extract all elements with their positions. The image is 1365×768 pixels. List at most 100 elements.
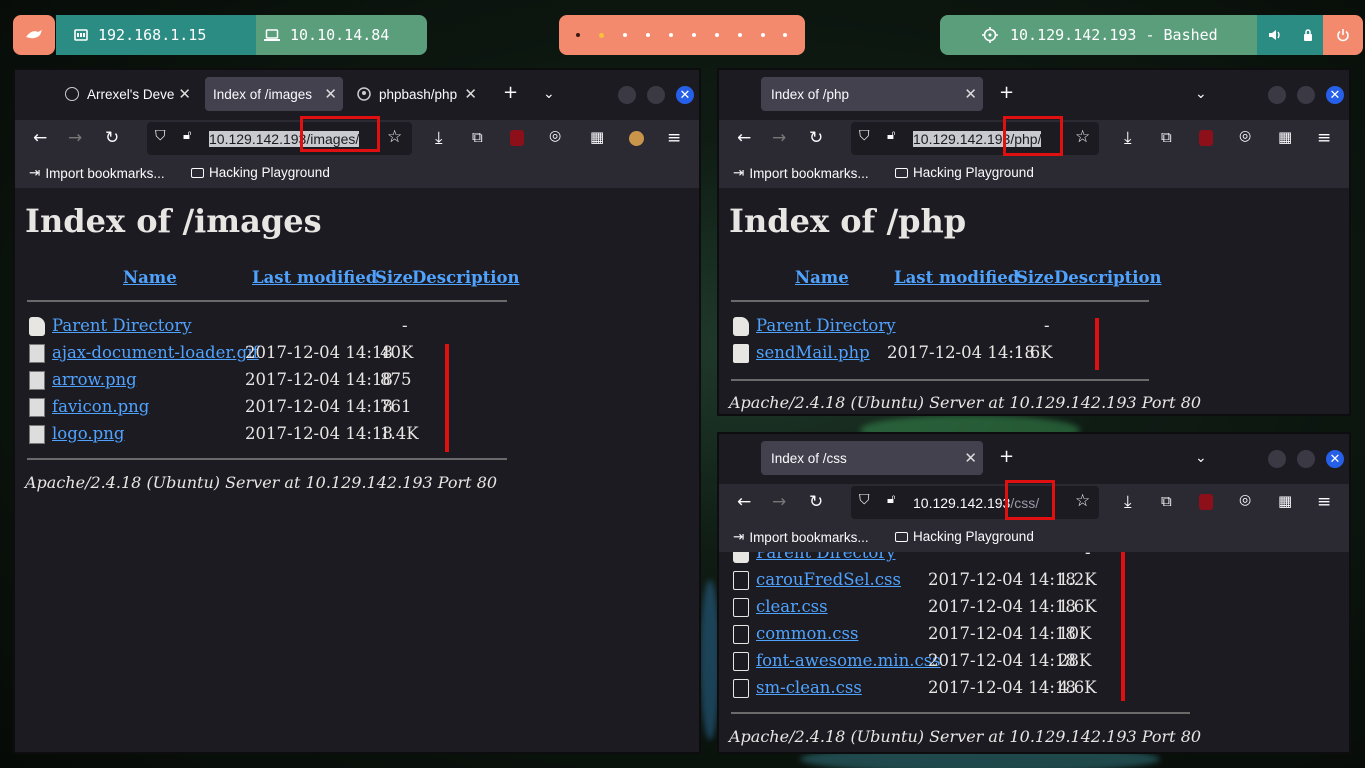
ublock-icon[interactable] [1199, 494, 1213, 510]
col-desc-link[interactable]: Description [1054, 268, 1162, 287]
maximize-button[interactable] [1297, 450, 1315, 468]
tab-css[interactable]: Index of /css ✕ [761, 441, 983, 475]
bookmark-star-icon[interactable]: ☆ [387, 127, 402, 147]
url-bar[interactable]: ⛉ 🔓︎ 10.129.142.193/css/ ☆ [851, 486, 1099, 519]
file-link[interactable]: favicon.png [52, 397, 149, 416]
close-tab-icon[interactable]: ✕ [964, 85, 977, 103]
import-bookmarks[interactable]: ⇥ Import bookmarks... [733, 165, 869, 181]
tab-php[interactable]: Index of /php ✕ [761, 77, 983, 111]
volume-icon[interactable] [1268, 29, 1282, 41]
lock-warning-icon[interactable]: 🔓︎ [887, 492, 895, 507]
close-window-button[interactable]: ✕ [676, 86, 694, 104]
extensions-icon[interactable]: ⧉ [1161, 128, 1172, 146]
file-link[interactable]: arrow.png [52, 370, 137, 389]
close-tab-icon[interactable]: ✕ [464, 85, 477, 103]
import-bookmarks[interactable]: ⇥ Import bookmarks... [29, 165, 165, 181]
lock-warning-icon[interactable]: 🔓︎ [887, 128, 895, 143]
download-icon[interactable]: ⤓ [1124, 128, 1132, 148]
close-window-button[interactable]: ✕ [1326, 86, 1344, 104]
workspace-dot-2[interactable] [599, 32, 605, 38]
workspace-dot-5[interactable] [669, 33, 673, 37]
minimize-button[interactable] [1268, 86, 1286, 104]
parent-directory-link[interactable]: Parent Directory [756, 552, 896, 562]
workspace-dot-3[interactable] [623, 33, 628, 37]
chevron-down-icon[interactable]: ⌄ [543, 86, 555, 102]
bookmark-star-icon[interactable]: ☆ [1075, 491, 1090, 511]
file-link[interactable]: logo.png [52, 424, 124, 443]
col-name-link[interactable]: Name [123, 268, 177, 287]
forward-icon[interactable]: → [772, 492, 786, 512]
chevron-down-icon[interactable]: ⌄ [1195, 450, 1207, 466]
shield-icon[interactable]: ⛉ [859, 492, 870, 508]
workspace-dot-1[interactable] [576, 33, 581, 37]
bookmark-star-icon[interactable]: ☆ [1075, 127, 1090, 147]
reload-icon[interactable]: ↻ [105, 128, 119, 148]
back-icon[interactable]: ← [737, 492, 751, 512]
new-tab-button[interactable]: + [999, 446, 1014, 467]
minimize-button[interactable] [618, 86, 636, 104]
bookmark-folder[interactable]: Hacking Playground [895, 165, 1034, 180]
system-tray[interactable] [1257, 15, 1323, 55]
col-size-link[interactable]: Size [1016, 268, 1054, 287]
close-tab-icon[interactable]: ✕ [178, 85, 191, 103]
col-desc-link[interactable]: Description [412, 268, 520, 287]
bookmark-folder[interactable]: Hacking Playground [191, 165, 330, 180]
menu-icon[interactable]: ≡ [1317, 492, 1331, 512]
ublock-icon[interactable] [510, 130, 524, 146]
col-size-link[interactable]: Size [375, 268, 413, 287]
back-icon[interactable]: ← [737, 128, 751, 148]
reload-icon[interactable]: ↻ [809, 492, 823, 512]
shield-icon[interactable]: ⛉ [859, 128, 870, 144]
file-link[interactable]: font-awesome.min.css [756, 651, 941, 670]
extensions-icon[interactable]: ⧉ [1161, 492, 1172, 510]
workspace-dot-9[interactable] [760, 33, 765, 37]
mask-icon[interactable]: ◎ [1239, 128, 1251, 144]
maximize-button[interactable] [1297, 86, 1315, 104]
close-window-button[interactable]: ✕ [1326, 450, 1344, 468]
chevron-down-icon[interactable]: ⌄ [1195, 86, 1207, 102]
close-tab-icon[interactable]: ✕ [964, 449, 977, 467]
mask-icon[interactable]: ◎ [1239, 492, 1251, 508]
new-tab-button[interactable]: + [999, 82, 1014, 103]
file-link[interactable]: ajax-document-loader.gif [52, 343, 259, 362]
file-link[interactable]: sendMail.php [756, 343, 870, 362]
ublock-icon[interactable] [1199, 130, 1213, 146]
forward-icon[interactable]: → [772, 128, 786, 148]
workspace-dot-10[interactable] [783, 33, 788, 37]
qr-icon[interactable]: ▦ [1278, 492, 1292, 510]
file-link[interactable]: carouFredSel.css [756, 570, 901, 589]
cookie-icon[interactable] [629, 131, 644, 146]
tab-images[interactable]: Index of /images ✕ [205, 77, 343, 111]
back-icon[interactable]: ← [33, 128, 47, 148]
menu-icon[interactable]: ≡ [667, 128, 681, 148]
extensions-icon[interactable]: ⧉ [472, 128, 483, 146]
maximize-button[interactable] [647, 86, 665, 104]
reload-icon[interactable]: ↻ [809, 128, 823, 148]
shield-icon[interactable]: ⛉ [155, 128, 166, 144]
menu-icon[interactable]: ≡ [1317, 128, 1331, 148]
parent-directory-link[interactable]: Parent Directory [756, 316, 896, 335]
col-modified-link[interactable]: Last modified [252, 268, 377, 287]
qr-icon[interactable]: ▦ [590, 128, 604, 146]
file-link[interactable]: common.css [756, 624, 858, 643]
workspace-dot-8[interactable] [737, 33, 742, 37]
file-link[interactable]: clear.css [756, 597, 828, 616]
workspace-dot-4[interactable] [646, 33, 651, 37]
workspace-dot-6[interactable] [691, 33, 696, 37]
power-button[interactable] [1323, 15, 1363, 55]
close-tab-icon[interactable]: ✕ [324, 85, 337, 103]
tab-phpbash[interactable]: phpbash/php ✕ [357, 77, 483, 111]
import-bookmarks[interactable]: ⇥ Import bookmarks... [733, 529, 869, 545]
tab-arrexel[interactable]: Arrexel's Deve ✕ [65, 77, 197, 111]
download-icon[interactable]: ⤓ [435, 128, 443, 148]
lock-warning-icon[interactable]: 🔓︎ [183, 128, 191, 143]
workspace-switcher[interactable] [559, 15, 805, 55]
lock-icon[interactable] [1303, 28, 1313, 42]
qr-icon[interactable]: ▦ [1278, 128, 1292, 146]
col-modified-link[interactable]: Last modified [894, 268, 1019, 287]
workspace-dot-7[interactable] [714, 33, 719, 37]
parent-directory-link[interactable]: Parent Directory [52, 316, 192, 335]
bookmark-folder[interactable]: Hacking Playground [895, 529, 1034, 544]
mask-icon[interactable]: ◎ [549, 128, 561, 144]
file-link[interactable]: sm-clean.css [756, 678, 862, 697]
